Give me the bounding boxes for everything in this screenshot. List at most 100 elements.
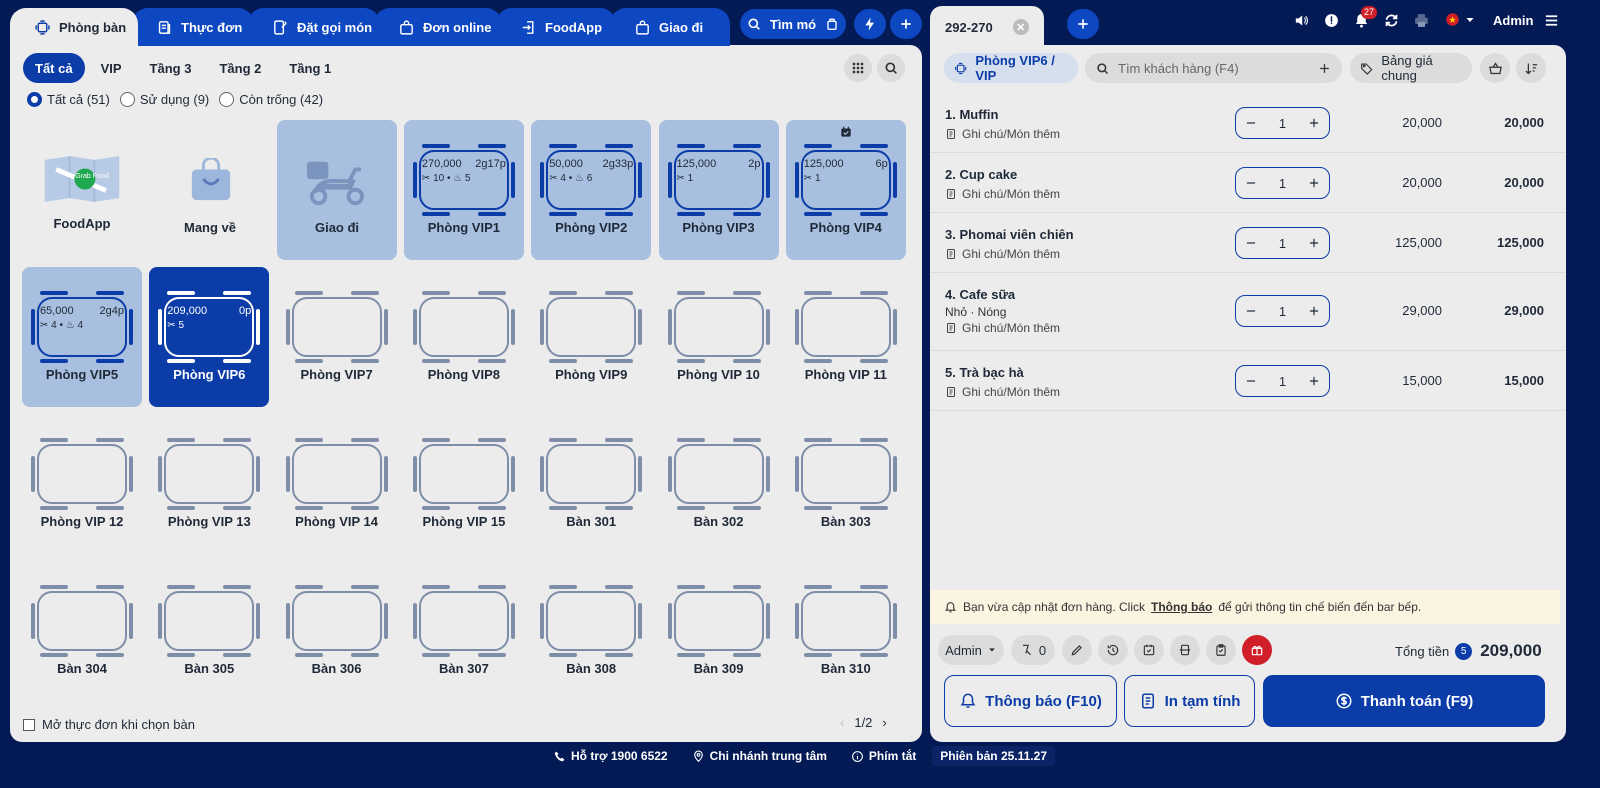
quantity-stepper[interactable]: 1	[1235, 295, 1330, 327]
prev-page-button[interactable]: ‹	[840, 715, 844, 730]
item-note-button[interactable]: Ghi chú/Món thêm	[945, 127, 1060, 141]
alert-button[interactable]	[1323, 12, 1340, 29]
print-bill-button[interactable]: In tạm tính	[1124, 675, 1255, 727]
notification-button[interactable]: 27	[1353, 6, 1378, 29]
order-item-row[interactable]: 3. Phomai viên chiên Ghi chú/Món thêm 1 …	[930, 213, 1566, 273]
tab-thuc-don[interactable]: Thực đơn	[132, 8, 254, 46]
quick-action-button[interactable]	[854, 9, 886, 39]
order-item-row[interactable]: 2. Cup cake Ghi chú/Món thêm 1 20,000 20…	[930, 153, 1566, 213]
table-card[interactable]: 270,000 2g17p ✂ 10 • ♨ 5 Phòng VIP1	[403, 120, 524, 260]
order-item-row[interactable]: 4. Cafe sữa Nhỏ · Nóng Ghi chú/Món thêm …	[930, 273, 1566, 351]
table-card[interactable]: Bàn 307	[404, 561, 524, 701]
sound-button[interactable]	[1293, 12, 1310, 29]
table-card[interactable]: 209,000 0p ✂ 5 Phòng VIP6	[149, 267, 270, 407]
next-page-button[interactable]: ›	[882, 715, 886, 730]
branch-selector[interactable]: Chi nhánh trung tâm	[684, 746, 835, 766]
minus-icon[interactable]	[1244, 116, 1258, 130]
table-card[interactable]: Phòng VIP9	[531, 267, 651, 407]
item-quantity[interactable]: 1	[1279, 236, 1286, 251]
item-name[interactable]: 1. Muffin	[945, 107, 998, 122]
order-item-row[interactable]: 5. Trà bạc hà Ghi chú/Món thêm 1 15,000 …	[930, 351, 1566, 411]
add-button[interactable]	[890, 9, 922, 39]
tab-phong-ban[interactable]: Phòng bàn	[10, 8, 138, 46]
minus-icon[interactable]	[1244, 304, 1258, 318]
pricelist-selector[interactable]: Bảng giá chung	[1350, 53, 1472, 83]
table-card[interactable]: Bàn 306	[277, 561, 397, 701]
item-price[interactable]: 20,000	[1402, 175, 1442, 190]
filter-used[interactable]: Sử dụng (9)	[119, 92, 209, 107]
plus-icon[interactable]	[1307, 304, 1321, 318]
quantity-stepper[interactable]: 1	[1235, 227, 1330, 259]
item-name[interactable]: 4. Cafe sữa	[945, 287, 1015, 302]
clipboard-button[interactable]	[1206, 635, 1236, 665]
item-name[interactable]: 2. Cup cake	[945, 167, 1017, 182]
tab-foodapp[interactable]: FoodApp	[496, 8, 616, 46]
user-menu[interactable]: Admin	[1493, 12, 1560, 29]
floor-vip[interactable]: VIP	[89, 53, 134, 83]
table-card[interactable]: Bàn 310	[786, 561, 906, 701]
order-item-row[interactable]: 1. Muffin Ghi chú/Món thêm 1 20,000 20,0…	[930, 93, 1566, 153]
edit-button[interactable]	[1062, 635, 1092, 665]
tab-dat-goi-mon[interactable]: Đặt gọi món	[248, 8, 380, 46]
table-card[interactable]: Bàn 301	[531, 414, 651, 554]
table-card[interactable]: Phòng VIP 10	[659, 267, 779, 407]
table-search-button[interactable]	[877, 54, 905, 82]
shortcuts-link[interactable]: Phím tắt	[843, 746, 924, 766]
split-order-button[interactable]	[1170, 635, 1200, 665]
quantity-stepper[interactable]: 1	[1235, 365, 1330, 397]
table-card[interactable]: Bàn 308	[531, 561, 651, 701]
table-card[interactable]: Phòng VIP8	[404, 267, 524, 407]
item-note-button[interactable]: Ghi chú/Món thêm	[945, 187, 1060, 201]
floor-3[interactable]: Tầng 3	[138, 53, 204, 83]
calendar-check-button[interactable]	[1134, 635, 1164, 665]
card-giao-di[interactable]: Giao đi	[277, 120, 397, 260]
table-card[interactable]: Phòng VIP 15	[404, 414, 524, 554]
item-quantity[interactable]: 1	[1279, 374, 1286, 389]
notify-kitchen-button[interactable]: Thông báo (F10)	[944, 675, 1117, 727]
table-card[interactable]: Bàn 304	[22, 561, 142, 701]
minus-icon[interactable]	[1244, 176, 1258, 190]
print-button[interactable]	[1413, 12, 1430, 29]
quantity-stepper[interactable]: 1	[1235, 167, 1330, 199]
filter-all[interactable]: Tất cả (51)	[27, 92, 110, 107]
table-card[interactable]: Bàn 309	[659, 561, 779, 701]
plus-icon[interactable]	[1307, 176, 1321, 190]
menu-search-button[interactable]: Tìm mó	[740, 9, 846, 39]
customer-search[interactable]: Tìm khách hàng (F4)	[1085, 53, 1342, 83]
table-card[interactable]: Phòng VIP 14	[277, 414, 397, 554]
close-icon[interactable]: ✕	[1012, 19, 1029, 35]
open-menu-option[interactable]: Mở thực đơn khi chọn bàn	[23, 717, 195, 732]
table-card[interactable]: 125,000 6p ✂ 1 Phòng VIP4	[785, 120, 906, 260]
table-card[interactable]: 65,000 2g4p ✂ 4 • ♨ 4 Phòng VIP5	[22, 267, 142, 407]
sync-button[interactable]	[1383, 12, 1400, 29]
staff-selector[interactable]: Admin	[938, 635, 1004, 665]
quantity-stepper[interactable]: 1	[1235, 107, 1330, 139]
gift-button[interactable]	[1242, 635, 1272, 665]
table-card[interactable]: Bàn 302	[659, 414, 779, 554]
grid-view-button[interactable]	[844, 54, 872, 82]
plus-icon[interactable]	[1307, 374, 1321, 388]
table-card[interactable]: Phòng VIP 12	[22, 414, 142, 554]
item-price[interactable]: 29,000	[1402, 303, 1442, 318]
plus-icon[interactable]	[1317, 61, 1332, 76]
tab-don-online[interactable]: Đơn online	[374, 8, 502, 46]
checkout-button[interactable]: Thanh toán (F9)	[1263, 675, 1545, 727]
item-price[interactable]: 15,000	[1402, 373, 1442, 388]
room-chip[interactable]: Phòng VIP6 / VIP	[944, 53, 1078, 83]
open-menu-checkbox[interactable]	[23, 718, 35, 731]
card-mang-ve[interactable]: Mang về	[150, 120, 270, 260]
table-card[interactable]: Phòng VIP 13	[149, 414, 269, 554]
item-name[interactable]: 3. Phomai viên chiên	[945, 227, 1074, 242]
minus-icon[interactable]	[1244, 236, 1258, 250]
plus-icon[interactable]	[1307, 116, 1321, 130]
table-card[interactable]: Bàn 303	[786, 414, 906, 554]
floor-all[interactable]: Tất cả	[23, 53, 85, 83]
new-order-button[interactable]	[1067, 9, 1099, 39]
table-card[interactable]: Phòng VIP 11	[786, 267, 906, 407]
language-selector[interactable]	[1445, 12, 1476, 27]
item-note-button[interactable]: Ghi chú/Món thêm	[945, 321, 1060, 335]
item-note-button[interactable]: Ghi chú/Món thêm	[945, 247, 1060, 261]
floor-2[interactable]: Tầng 2	[207, 53, 273, 83]
table-card[interactable]: Bàn 305	[149, 561, 269, 701]
table-card[interactable]: 50,000 2g33p ✂ 4 • ♨ 6 Phòng VIP2	[531, 120, 652, 260]
